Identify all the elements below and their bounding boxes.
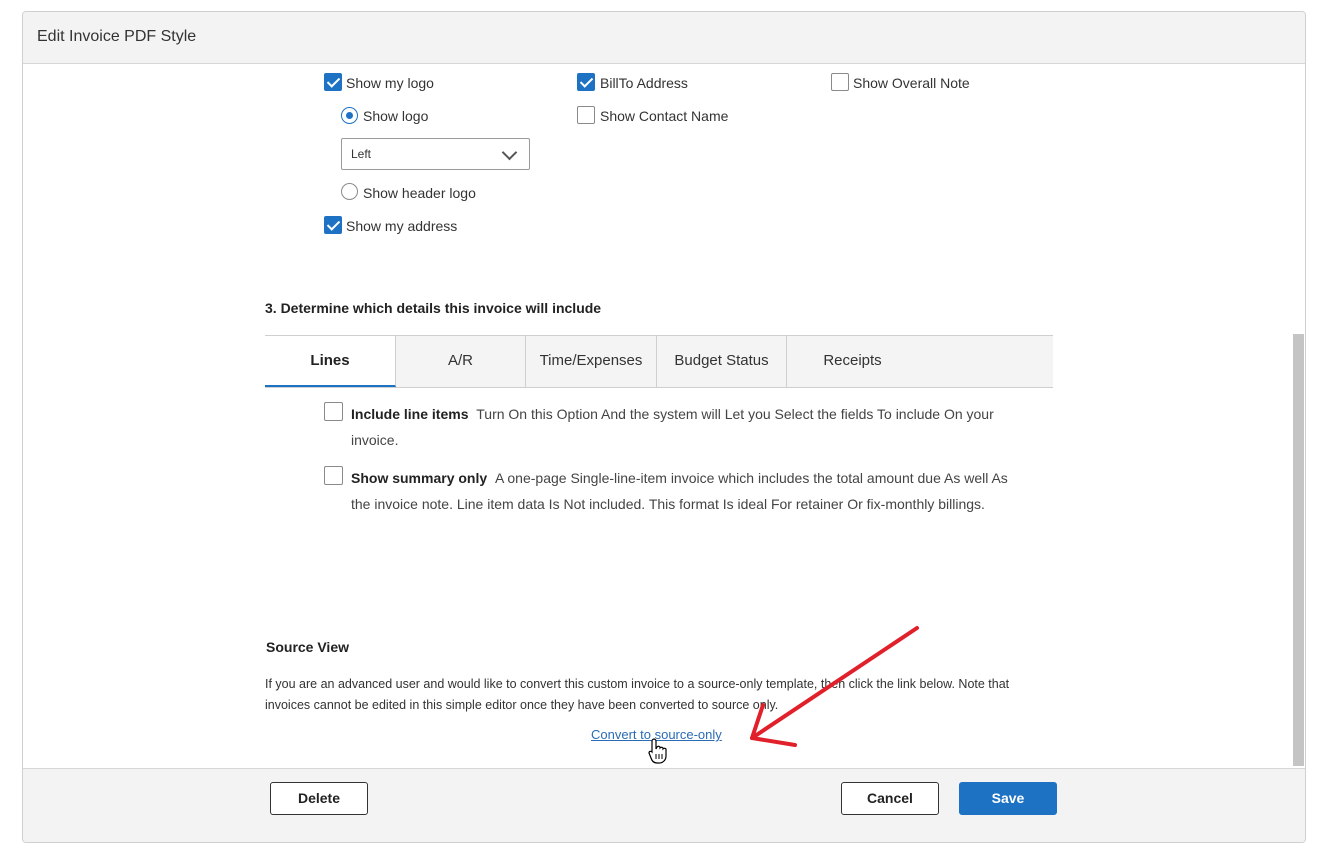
chevron-down-icon [501, 144, 518, 161]
dialog-title: Edit Invoice PDF Style [37, 28, 197, 45]
show-overall-note-label: Show Overall Note [853, 75, 970, 91]
logo-position-select[interactable]: Left [341, 138, 530, 170]
dialog-footer: Delete Cancel Save [23, 768, 1305, 842]
delete-button[interactable]: Delete [270, 782, 368, 815]
show-contact-name-label: Show Contact Name [600, 108, 729, 124]
include-line-items-option: Include line items Turn On this Option A… [351, 401, 1031, 453]
source-view-description: If you are an advanced user and would li… [265, 677, 1010, 712]
include-line-items-label: Include line items [351, 406, 469, 422]
source-view-title: Source View [266, 639, 350, 655]
dialog-header: Edit Invoice PDF Style [23, 12, 1305, 64]
show-logo-label: Show logo [363, 108, 429, 124]
show-summary-only-checkbox[interactable] [324, 466, 343, 485]
save-button[interactable]: Save [959, 782, 1057, 815]
billto-address-checkbox[interactable] [577, 73, 595, 91]
show-my-logo-checkbox[interactable] [324, 73, 342, 91]
show-contact-name-checkbox[interactable] [577, 106, 595, 124]
show-overall-note-checkbox[interactable] [831, 73, 849, 91]
show-summary-only-label: Show summary only [351, 470, 488, 486]
logo-position-value: Left [351, 147, 372, 161]
details-section-title: 3. Determine which details this invoice … [265, 300, 602, 316]
tab-time-expenses[interactable]: Time/Expenses [526, 336, 657, 387]
edit-invoice-pdf-style-dialog: Edit Invoice PDF Style Show my logo Show… [22, 11, 1306, 843]
tab-lines[interactable]: Lines [265, 336, 396, 387]
tab-receipts[interactable]: Receipts [787, 336, 918, 387]
show-logo-radio[interactable] [341, 107, 358, 124]
tab-ar[interactable]: A/R [396, 336, 526, 387]
billto-address-label: BillTo Address [600, 75, 688, 91]
details-tabs: Lines A/R Time/Expenses Budget Status Re… [265, 335, 1053, 388]
cancel-button[interactable]: Cancel [841, 782, 939, 815]
hand-cursor-icon [648, 738, 667, 764]
show-my-logo-label: Show my logo [346, 75, 434, 91]
show-header-logo-label: Show header logo [363, 185, 476, 201]
tab-budget-status[interactable]: Budget Status [657, 336, 787, 387]
show-summary-only-option: Show summary only A one-page Single-line… [351, 465, 1031, 517]
include-line-items-checkbox[interactable] [324, 402, 343, 421]
scrollbar-thumb[interactable] [1293, 334, 1304, 766]
show-header-logo-radio[interactable] [341, 183, 358, 200]
show-my-address-label: Show my address [346, 218, 458, 234]
show-my-address-checkbox[interactable] [324, 216, 342, 234]
